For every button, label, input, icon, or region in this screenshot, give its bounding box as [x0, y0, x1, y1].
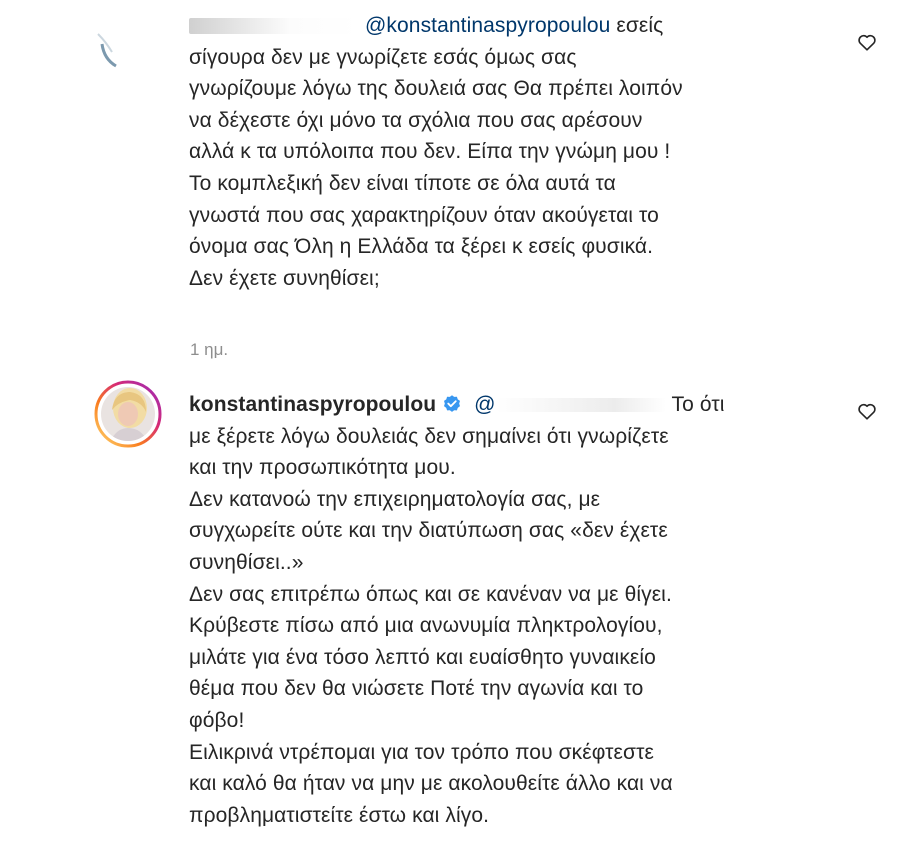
comment-2-text: konstantinaspyropoulou @ Το ότι με ξέρετ…	[189, 389, 829, 831]
mention-link[interactable]: @konstantinaspyropoulou	[365, 14, 610, 37]
comment-1-timestamp[interactable]: 1 ημ.	[190, 340, 228, 360]
comment-2-line: συγχωρείτε ούτε και την διατύπωση σας «δ…	[189, 519, 668, 543]
comment-2-line: θέμα που δεν θα νιώσετε Ποτέ την αγωνία …	[189, 677, 644, 701]
comment-1-line: γνωρίζουμε λόγω της δουλειά σας Θα πρέπε…	[189, 77, 683, 101]
comment-1: @konstantinaspyropoulou εσείς σίγουρα δε…	[0, 0, 900, 380]
avatar[interactable]	[94, 380, 162, 453]
avatar-blurred[interactable]	[92, 14, 136, 79]
comment-1-text: @konstantinaspyropoulou εσείς σίγουρα δε…	[189, 10, 829, 294]
comment-2-line: και καλό θα ήταν να μην με ακολουθείτε ά…	[189, 772, 673, 796]
comment-1-first-text: εσείς	[610, 14, 664, 37]
comment-2-line: και την προσωπικότητα μου.	[189, 456, 456, 480]
comment-2-line: φόβο!	[189, 708, 245, 732]
comment-2-line: Ειλικρινά ντρέπομαι για τον τρόπο που σκ…	[189, 740, 654, 764]
comment-2-line: συνηθίσει..»	[189, 550, 304, 574]
comment-2: konstantinaspyropoulou @ Το ότι με ξέρετ…	[0, 375, 900, 862]
comment-2-line-1: konstantinaspyropoulou @ Το ότι	[189, 389, 829, 421]
verified-badge-icon	[444, 395, 461, 412]
comment-1-line: γνωστά που σας χαρακτηρίζουν όταν ακούγε…	[189, 203, 659, 227]
heart-outline-icon[interactable]	[856, 31, 878, 53]
comment-1-line: να δέχεστε όχι μόνο τα σχόλια που σας αρ…	[189, 108, 643, 132]
comment-2-first-text: Το ότι	[671, 393, 725, 416]
comment-2-line: προβληματιστείτε έστω και λίγο.	[189, 803, 490, 827]
comment-1-line: σίγουρα δεν με γνωρίζετε εσάς όμως σας	[189, 45, 577, 69]
redacted-username	[189, 18, 359, 35]
comment-1-line: όνομα σας Όλη η Ελλάδα τα ξέρει κ εσείς …	[189, 235, 654, 259]
comment-2-line: με ξέρετε λόγω δουλειάς δεν σημαίνει ότι…	[189, 424, 669, 448]
avatar-fragment-icon	[97, 33, 117, 68]
username-link[interactable]: konstantinaspyropoulou	[189, 393, 436, 416]
redacted-username	[495, 398, 666, 413]
heart-outline-icon[interactable]	[856, 400, 878, 422]
comment-1-line: αλλά κ τα υπόλοιπα που δεν. Είπα την γνώ…	[189, 140, 671, 164]
comment-2-line: Δεν κατανοώ την επιχειρηματολογία σας, μ…	[189, 487, 601, 511]
mention-link[interactable]: @	[474, 393, 495, 416]
comment-1-line-1: @konstantinaspyropoulou εσείς	[189, 10, 829, 42]
comment-2-line: Κρύβεστε πίσω από μια ανωνυμία πληκτρολο…	[189, 614, 663, 638]
comment-1-line: Δεν έχετε συνηθίσει;	[189, 266, 380, 290]
profile-avatar-icon	[94, 380, 162, 448]
comment-2-line: Δεν σας επιτρέπω όπως και σε κανέναν να …	[189, 582, 672, 606]
comment-1-line: Το κομπλεξική δεν είναι τίποτε σε όλα αυ…	[189, 171, 616, 195]
comment-2-line: μιλάτε για ένα τόσο λεπτό και ευαίσθητο …	[189, 645, 656, 669]
